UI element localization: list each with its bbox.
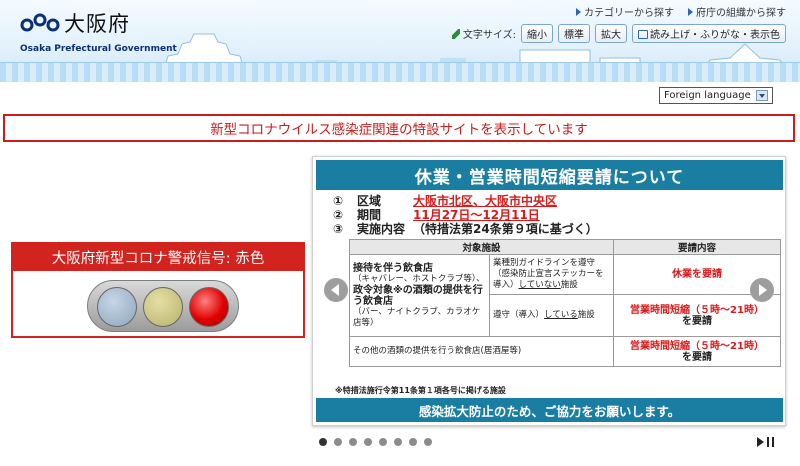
- slider-dot[interactable]: [379, 438, 387, 446]
- font-enlarge-button[interactable]: 拡大: [595, 24, 627, 43]
- alert-signal-title: 大阪府新型コロナ警戒信号: 赤色: [13, 244, 303, 271]
- request-shorten-hours-cell: 営業時間短縮（５時～21時） を要請: [613, 294, 782, 337]
- site-header: 大阪府 Osaka Prefectural Government カテゴリーから…: [0, 0, 800, 82]
- speaker-icon: [638, 30, 648, 39]
- info-area: ① 区域 大阪市北区、大阪市中央区: [333, 194, 558, 208]
- font-size-controls: 文字サイズ: 縮小 標準 拡大 読み上げ・ふりがな・表示色: [451, 24, 786, 43]
- signal-red-lamp-active: [189, 287, 229, 327]
- slider-dot[interactable]: [394, 438, 402, 446]
- logo-text: 大阪府: [64, 12, 130, 36]
- slider-dot[interactable]: [319, 438, 327, 446]
- covid-alert-signal-panel[interactable]: 大阪府新型コロナ警戒信号: 赤色: [11, 242, 305, 338]
- condition-cell-compliant: 遵守（導入）している施設: [488, 294, 615, 337]
- header-pattern-band: [0, 62, 800, 82]
- foreign-language-select[interactable]: Foreign language: [659, 87, 773, 104]
- table-header-facility: 対象施設: [348, 239, 615, 255]
- info-period: ② 期間 11月27日～12月11日: [333, 208, 540, 222]
- condition-cell-not-compliant: 業種別ガイドラインを遵守（感染防止宣言ステッカーを導入）していない施設: [488, 254, 615, 295]
- category-search-link[interactable]: カテゴリーから探す: [576, 4, 674, 19]
- table-header-request: 要請内容: [613, 239, 782, 255]
- slider-next-arrow-icon[interactable]: [750, 278, 774, 302]
- info-content: ③ 実施内容 （特措法第24条第９項に基づく）: [333, 222, 598, 236]
- request-summary: ① 区域 大阪市北区、大阪市中央区 ② 期間 11月27日～12月11日 ③ 実…: [333, 194, 598, 236]
- slider-pagination: [319, 438, 432, 446]
- other-bar-cell: その他の酒類の提供を行う飲食店(居酒屋等): [348, 336, 615, 367]
- triangle-right-icon: [576, 7, 581, 16]
- request-table: 対象施設 要請内容 接待を伴う飲食店 （キャバレー、ホストクラブ等）、 政令対象…: [348, 239, 782, 367]
- triangle-right-icon: [688, 7, 693, 16]
- table-row: その他の酒類の提供を行う飲食店(居酒屋等) 営業時間短縮（５時～21時） を要請: [348, 336, 782, 367]
- slide-title: 休業・営業時間短縮要請について: [316, 160, 783, 190]
- slide-footer-message: 感染拡大防止のため、ご協力をお願いします。: [316, 398, 783, 422]
- banner-slider: 休業・営業時間短縮要請について ① 区域 大阪市北区、大阪市中央区 ② 期間 1…: [312, 156, 786, 426]
- slider-dot[interactable]: [409, 438, 417, 446]
- slider-prev-arrow-icon[interactable]: [324, 278, 348, 302]
- slider-dot[interactable]: [424, 438, 432, 446]
- organization-search-link[interactable]: 府庁の組織から探す: [688, 4, 786, 19]
- font-size-label: 文字サイズ:: [451, 26, 516, 41]
- facility-category-cell: 接待を伴う飲食店 （キャバレー、ホストクラブ等）、 政令対象※の酒類の提供を行う…: [349, 254, 490, 337]
- pause-icon: [767, 437, 774, 447]
- header-top-links: カテゴリーから探す 府庁の組織から探す: [576, 4, 786, 19]
- request-shorten-hours-cell-2: 営業時間短縮（５時～21時） を要請: [613, 336, 782, 367]
- slider-play-pause-button[interactable]: [757, 437, 774, 447]
- table-row: 接待を伴う飲食店 （キャバレー、ホストクラブ等）、 政令対象※の酒類の提供を行う…: [349, 254, 782, 337]
- slider-dot[interactable]: [349, 438, 357, 446]
- prefecture-logo[interactable]: 大阪府: [20, 8, 130, 38]
- covid-special-site-notice[interactable]: 新型コロナウイルス感染症関連の特設サイトを表示しています: [3, 114, 795, 142]
- slide-business-closure-request[interactable]: 休業・営業時間短縮要請について ① 区域 大阪市北区、大阪市中央区 ② 期間 1…: [312, 156, 786, 426]
- table-footnote: ※特措法施行令第11条第１項各号に掲げる施設: [335, 386, 506, 395]
- slider-dot[interactable]: [334, 438, 342, 446]
- signal-yellow-lamp: [143, 287, 183, 327]
- font-shrink-button[interactable]: 縮小: [521, 24, 553, 43]
- reading-furigana-color-button[interactable]: 読み上げ・ふりがな・表示色: [632, 24, 786, 43]
- traffic-signal-icon: [87, 280, 239, 332]
- play-icon: [757, 437, 764, 447]
- font-standard-button[interactable]: 標準: [558, 24, 590, 43]
- logo-subtitle: Osaka Prefectural Government: [20, 44, 177, 54]
- table-header-row: 対象施設 要請内容: [348, 239, 782, 255]
- signal-blue-lamp: [97, 287, 137, 327]
- slider-dot[interactable]: [364, 438, 372, 446]
- pen-icon: [451, 28, 460, 39]
- chevron-down-icon: [756, 90, 768, 101]
- osaka-emblem-icon: [20, 13, 60, 32]
